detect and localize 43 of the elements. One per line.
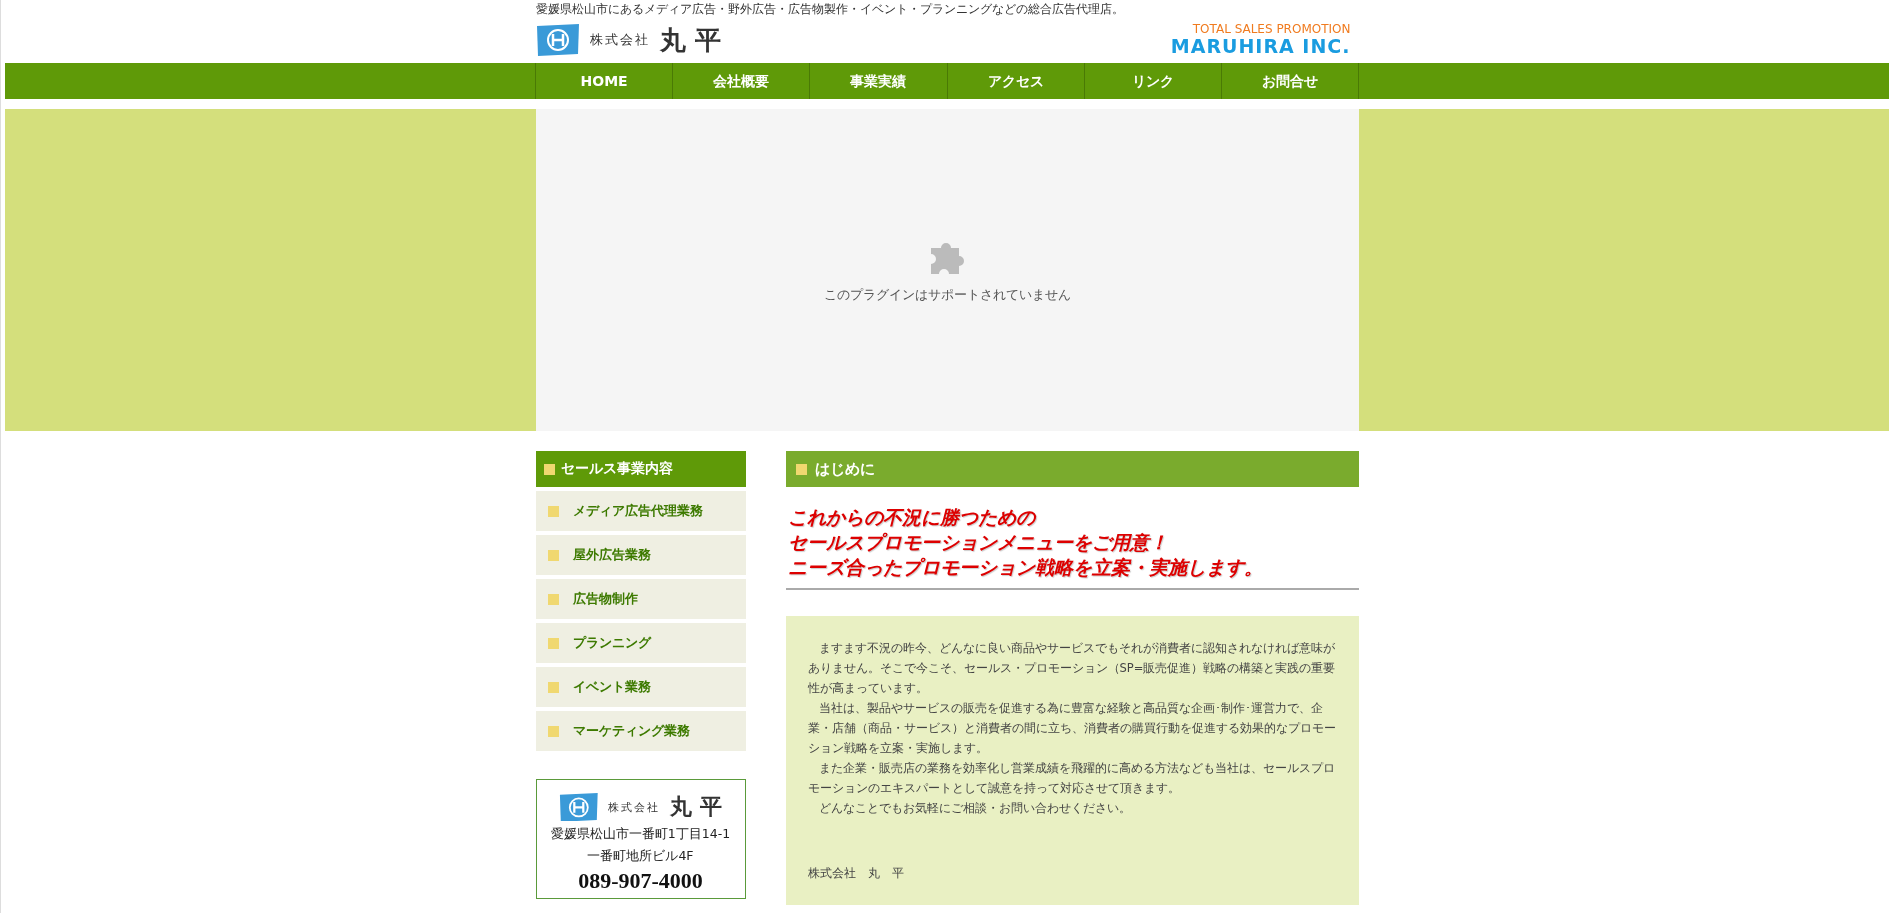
sidebar-link[interactable]: 広告物制作 [535, 579, 746, 619]
square-icon [547, 505, 559, 517]
sidebar-link[interactable]: メディア広告代理業務 [535, 491, 746, 531]
paragraph: ますます不況の昨今、どんなに良い商品やサービスでもそれが消費者に認知されなければ意味がありません。そこで今こそ、セールス・プロモーション（SP=販売促進）戦略の構築と実践の重要性が高まっています。 [807, 640, 1337, 697]
nav-link[interactable]: 会社概要 [673, 63, 811, 99]
nav-link[interactable]: お問合せ [1221, 63, 1360, 99]
sidebar-title: セールス事業内容 [560, 460, 673, 478]
address-line: 愛媛県松山市一番町1丁目14-1 [550, 825, 731, 843]
brand-tagline: TOTAL SALES PROMOTION [1192, 23, 1351, 36]
sidebar-link[interactable]: マーケティング業務 [535, 711, 746, 751]
company-type: 株式会社 [608, 799, 661, 815]
headline: ニーズ合ったプロモーション戦略を立案・実施します。 [787, 555, 1264, 580]
square-icon [547, 637, 559, 649]
paragraph: また企業・販売店の業務を効率化し営業成績を飛躍的に高める方法なども当社は、セールスプロモーションのエキスパートとして誠意を持って対応させて頂きます。 [807, 760, 1336, 797]
nav-link[interactable]: 事業実績 [810, 63, 948, 99]
square-icon [795, 463, 807, 475]
company-type: 株式会社 [589, 31, 650, 49]
square-icon [547, 549, 559, 561]
square-icon [543, 463, 555, 475]
square-icon [547, 725, 559, 737]
paragraph: どんなことでもお気軽にご相談・お問い合わせください。 [818, 800, 1132, 817]
company-name: 丸 平 [659, 23, 721, 57]
nav-link[interactable]: アクセス [947, 63, 1085, 99]
nav-link[interactable]: リンク [1084, 63, 1222, 99]
brand-name: MARUHIRA INC. [1170, 36, 1351, 57]
address-line: 一番町地所ビル4F [587, 847, 694, 865]
plugin-message: このプラグインはサポートされていません [823, 286, 1071, 304]
company-name: 丸 平 [670, 792, 723, 821]
square-icon [547, 593, 559, 605]
square-icon [547, 681, 559, 693]
headline: これからの不況に勝つための [787, 505, 1037, 530]
phone-number: 089-907-4000 [578, 868, 703, 894]
sidebar-link[interactable]: イベント業務 [535, 667, 746, 707]
site-tagline: 愛媛県松山市にあるメディア広告・野外広告・広告物製作・イベント・プランニングなどの総合広告代理店。 [535, 1, 1125, 18]
section-title: はじめに [814, 459, 875, 479]
sidebar-link[interactable]: 屋外広告業務 [535, 535, 746, 575]
signature: 株式会社 丸 平 [807, 866, 905, 881]
logo-icon [535, 24, 580, 56]
headline: セールスプロモーションメニューをご用意！ [787, 530, 1169, 555]
logo-icon [558, 792, 599, 822]
sidebar-link[interactable]: プランニング [535, 623, 746, 663]
nav-link[interactable]: HOME [536, 63, 674, 99]
paragraph: 当社は、製品やサービスの販売を促進する為に豊富な経験と高品質な企画･制作･運営力で、企業・店舗（商品・サービス）と消費者の間に立ち、消費者の購買行動を促進する効果的なプロモーション戦略を立案・実施します。 [807, 700, 1337, 757]
